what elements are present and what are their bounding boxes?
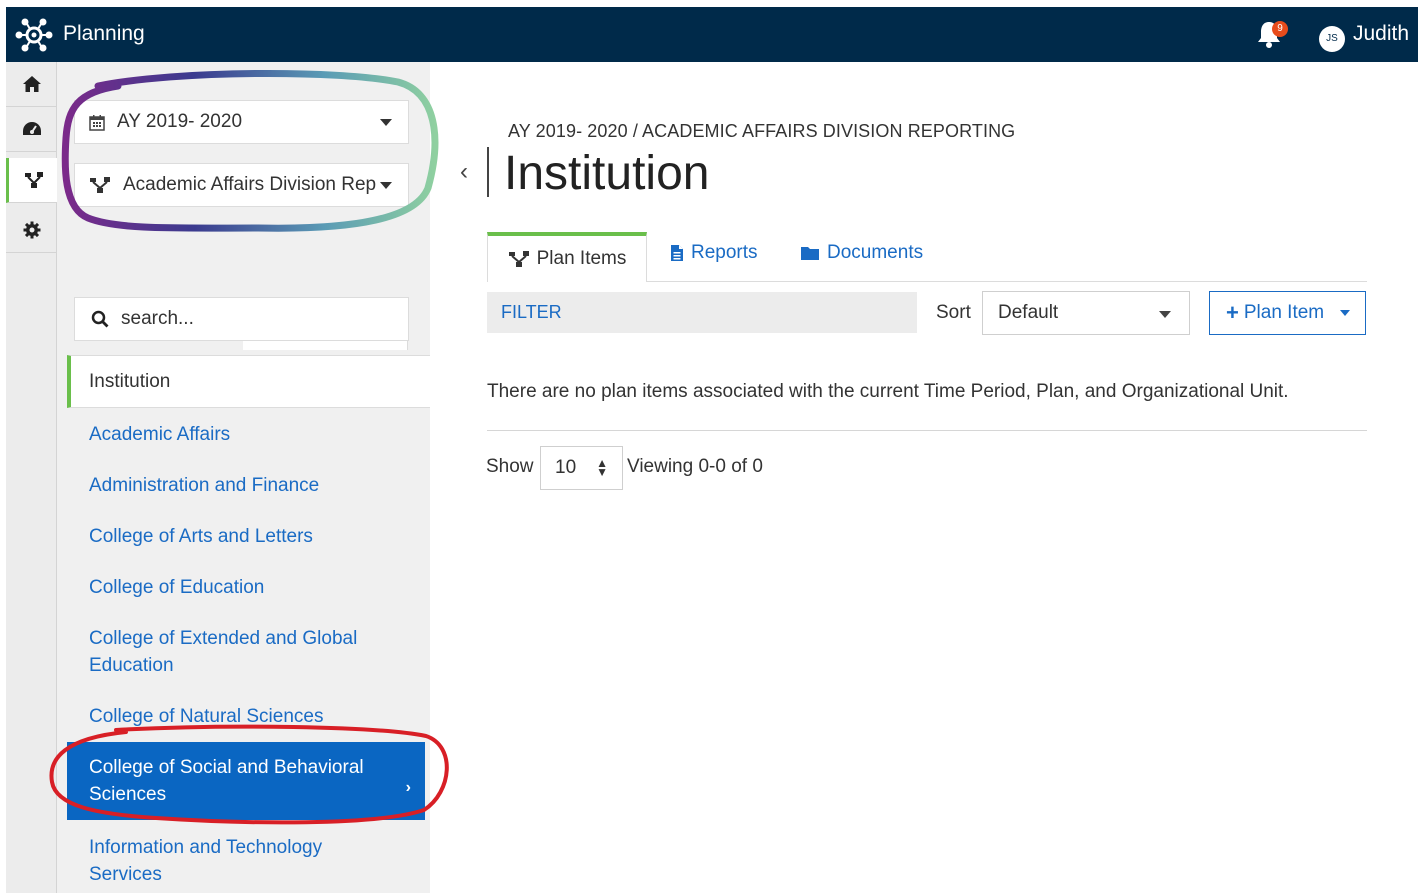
calendar-icon — [89, 114, 105, 131]
tab-plan-items[interactable]: Plan Items — [487, 232, 647, 282]
tab-documents[interactable]: Documents — [800, 228, 923, 278]
hierarchy-icon — [508, 250, 530, 268]
list-item-education[interactable]: College of Education — [67, 571, 430, 603]
rail-item-settings[interactable] — [6, 208, 57, 253]
search-placeholder: search... — [121, 308, 194, 329]
chevron-down-icon — [1340, 310, 1350, 316]
list-item-institution[interactable]: Institution — [67, 355, 430, 408]
hierarchy-icon — [24, 172, 43, 188]
time-period-value: AY 2019- 2020 — [117, 111, 243, 132]
dashboard-icon — [22, 122, 41, 135]
empty-state-message: There are no plan items associated with … — [487, 381, 1289, 402]
chevron-down-icon — [380, 119, 392, 126]
chevron-right-icon: › — [405, 779, 411, 796]
show-label: Show — [486, 456, 534, 477]
divider — [487, 430, 1367, 431]
list-item-information-technology[interactable]: Information and Technology Services — [67, 831, 367, 891]
top-bar: Planning 9 JS Judith — [6, 7, 1418, 62]
tab-label: Documents — [827, 242, 924, 263]
list-item-natural-sciences[interactable]: College of Natural Sciences — [67, 700, 430, 732]
list-item-extended-global-education[interactable]: College of Extended and Global Education — [67, 622, 367, 682]
filter-button[interactable]: FILTER — [487, 292, 917, 333]
chevron-down-icon — [1159, 311, 1171, 318]
search-icon — [91, 310, 109, 328]
icon-rail — [6, 62, 58, 893]
chevron-down-icon — [380, 182, 392, 189]
plus-icon: + — [1226, 300, 1239, 325]
page-title: Institution — [504, 147, 710, 200]
home-icon — [22, 76, 41, 92]
unit-search-input[interactable]: search... — [74, 297, 409, 341]
app-title[interactable]: Planning — [63, 22, 145, 46]
time-period-select[interactable]: AY 2019- 2020 — [74, 100, 409, 144]
avatar[interactable]: JS — [1319, 26, 1345, 52]
plan-value: Academic Affairs Division Rep — [123, 174, 377, 195]
list-item-social-behavioral-sciences[interactable]: College of Social and Behavioral Science… — [67, 742, 425, 820]
app-logo-icon[interactable] — [14, 17, 54, 53]
hierarchy-icon — [89, 176, 111, 194]
sort-select[interactable]: Default — [982, 291, 1190, 335]
tab-reports[interactable]: Reports — [670, 228, 758, 278]
plan-select[interactable]: Academic Affairs Division Rep — [74, 163, 409, 207]
collapse-sidebar-icon[interactable]: ‹ — [460, 158, 468, 186]
list-item-administration-finance[interactable]: Administration and Finance — [67, 469, 430, 501]
folder-icon — [800, 245, 820, 261]
add-plan-item-button[interactable]: + Plan Item — [1209, 291, 1366, 335]
page-size-select[interactable]: 10 ▲ ▼ — [540, 446, 623, 490]
rail-item-dashboard[interactable] — [6, 107, 57, 152]
title-divider — [487, 147, 489, 197]
document-icon — [670, 244, 684, 262]
breadcrumb: AY 2019- 2020 / ACADEMIC AFFAIRS DIVISIO… — [508, 121, 1016, 141]
sort-label: Sort — [936, 302, 971, 323]
rail-item-planning[interactable] — [6, 158, 58, 203]
tab-label: Plan Items — [536, 248, 627, 269]
rail-item-home[interactable] — [6, 62, 57, 107]
notification-badge: 9 — [1272, 21, 1288, 37]
add-button-label: Plan Item — [1243, 302, 1325, 323]
sort-value: Default — [998, 302, 1059, 323]
sort-arrows-icon: ▲ ▼ — [596, 456, 608, 479]
page-size-value: 10 — [555, 457, 577, 478]
list-item-arts-letters[interactable]: College of Arts and Letters — [67, 520, 430, 552]
unit-sidebar: AY 2019- 2020 Academic Affairs Division … — [57, 62, 430, 893]
list-item-label: College of Social and Behavioral Science… — [89, 757, 364, 805]
pagination-status: Viewing 0-0 of 0 — [627, 456, 763, 477]
tab-label: Reports — [691, 242, 758, 263]
gear-icon — [23, 221, 40, 239]
user-name[interactable]: Judith — [1353, 22, 1409, 46]
list-item-academic-affairs[interactable]: Academic Affairs — [67, 418, 430, 450]
